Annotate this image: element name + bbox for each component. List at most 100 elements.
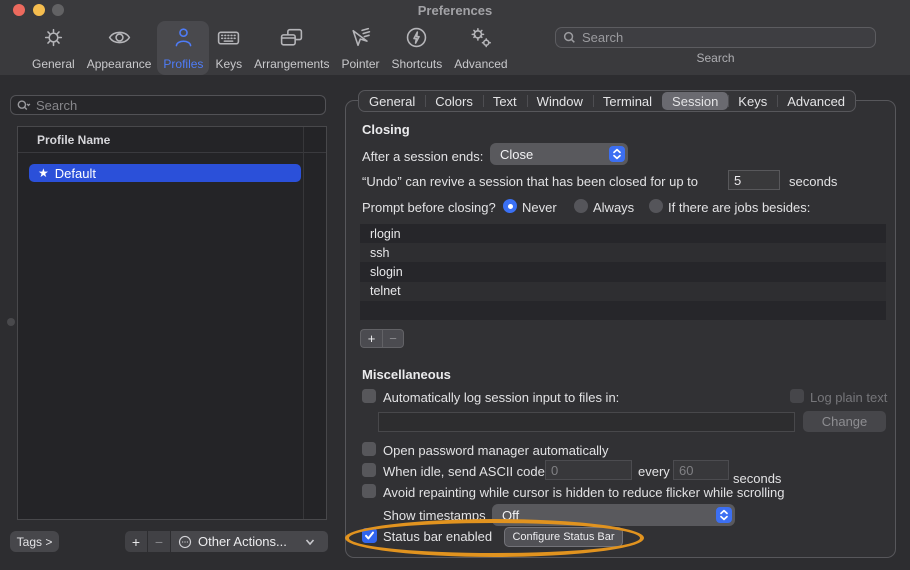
undo-seconds-suffix: seconds bbox=[789, 174, 838, 189]
radio-never-label: Never bbox=[522, 200, 557, 215]
tab-label: Advanced bbox=[787, 93, 846, 109]
radio-never[interactable] bbox=[503, 199, 517, 213]
tab-label: Text bbox=[492, 93, 517, 109]
password-manager-label: Open password manager automatically bbox=[383, 443, 609, 458]
star-icon: ★ bbox=[38, 166, 49, 180]
toolbar-search-input[interactable] bbox=[582, 30, 852, 45]
misc-heading: Miscellaneous bbox=[362, 367, 451, 382]
log-plain-text-checkbox[interactable] bbox=[790, 389, 804, 403]
job-row[interactable]: ssh bbox=[360, 243, 886, 263]
avoid-repaint-checkbox[interactable] bbox=[362, 484, 376, 498]
idle-interval-field[interactable] bbox=[673, 460, 729, 480]
change-directory-button[interactable]: Change bbox=[803, 411, 886, 432]
jobs-list: rlogin ssh slogin telnet bbox=[360, 224, 886, 320]
toolbar-item-label: Keys bbox=[215, 57, 243, 71]
change-button-label: Change bbox=[821, 414, 868, 429]
profile-search-input[interactable] bbox=[36, 97, 306, 113]
toolbar-item-shortcuts[interactable]: Shortcuts bbox=[386, 21, 449, 75]
configure-status-bar-button[interactable]: Configure Status Bar bbox=[504, 527, 623, 547]
toolbar-item-profiles[interactable]: Profiles bbox=[157, 21, 210, 75]
tab-colors[interactable]: Colors bbox=[425, 91, 483, 111]
toolbar-item-advanced[interactable]: Advanced bbox=[448, 21, 513, 75]
tags-button[interactable]: Tags > bbox=[10, 531, 59, 552]
add-profile-button[interactable]: + bbox=[125, 531, 147, 552]
closing-heading: Closing bbox=[362, 122, 410, 137]
plus-icon: + bbox=[131, 533, 141, 550]
toolbar-item-arrangements[interactable]: Arrangements bbox=[248, 21, 335, 75]
show-timestamps-dropdown[interactable]: Off bbox=[492, 504, 735, 526]
job-name: rlogin bbox=[370, 226, 401, 241]
auto-log-checkbox[interactable] bbox=[362, 389, 376, 403]
log-directory-field[interactable] bbox=[378, 412, 795, 432]
status-bar-checkbox[interactable] bbox=[362, 528, 377, 543]
when-idle-checkbox[interactable] bbox=[362, 463, 376, 477]
job-name: ssh bbox=[370, 245, 390, 260]
password-manager-checkbox[interactable] bbox=[362, 442, 376, 456]
minus-icon: − bbox=[154, 533, 164, 550]
after-session-dropdown[interactable]: Close bbox=[490, 143, 628, 165]
idle-ascii-code-field[interactable] bbox=[545, 460, 632, 480]
tab-label: Window bbox=[536, 93, 583, 109]
column-divider[interactable] bbox=[303, 127, 304, 519]
minus-icon: − bbox=[389, 331, 397, 346]
radio-jobs-besides[interactable] bbox=[649, 199, 663, 213]
double-gear-icon bbox=[468, 25, 493, 55]
chevron-down-icon bbox=[305, 538, 315, 545]
toolbar-item-label: Shortcuts bbox=[391, 57, 443, 71]
job-row-empty[interactable] bbox=[360, 300, 886, 320]
profile-add-remove-group: + − Other Actions... bbox=[125, 531, 328, 552]
profile-row-default[interactable]: ★ Default bbox=[29, 164, 301, 182]
job-row[interactable]: rlogin bbox=[360, 224, 886, 244]
tab-session[interactable]: Session bbox=[662, 92, 729, 110]
toolbar-item-label: General bbox=[32, 57, 75, 71]
remove-job-button[interactable]: − bbox=[382, 329, 404, 348]
prompt-before-closing-label: Prompt before closing? bbox=[362, 200, 496, 215]
auto-log-label: Automatically log session input to files… bbox=[383, 390, 620, 405]
profile-search-field[interactable] bbox=[10, 95, 326, 115]
radio-always[interactable] bbox=[574, 199, 588, 213]
toolbar-item-label: Profiles bbox=[163, 57, 204, 71]
other-actions-button[interactable]: Other Actions... bbox=[171, 531, 328, 552]
lightning-icon bbox=[404, 25, 429, 55]
tab-text[interactable]: Text bbox=[482, 91, 527, 111]
pane-resize-dot bbox=[7, 318, 15, 326]
settings-tabbar: General Colors Text Window Terminal Sess… bbox=[358, 90, 857, 112]
profile-list-header[interactable]: Profile Name bbox=[18, 127, 326, 153]
stepper-icon bbox=[716, 507, 732, 523]
add-job-button[interactable]: + bbox=[360, 329, 382, 348]
cursor-icon bbox=[348, 25, 373, 55]
show-timestamps-label: Show timestamps bbox=[383, 508, 486, 523]
eye-icon bbox=[107, 25, 132, 55]
radio-jobs-besides-label: If there are jobs besides: bbox=[668, 200, 811, 215]
toolbar-item-label: Pointer bbox=[341, 57, 380, 71]
tab-advanced[interactable]: Advanced bbox=[777, 91, 855, 111]
log-plain-text-label: Log plain text bbox=[810, 390, 888, 405]
toolbar-item-appearance[interactable]: Appearance bbox=[81, 21, 158, 75]
plus-icon: + bbox=[367, 331, 376, 346]
job-row[interactable]: slogin bbox=[360, 262, 886, 282]
tab-label: General bbox=[369, 93, 416, 109]
toolbar-search-caption: Search bbox=[696, 51, 735, 65]
avoid-repaint-label: Avoid repainting while cursor is hidden … bbox=[383, 485, 785, 500]
tab-label: Keys bbox=[738, 93, 768, 109]
tab-window[interactable]: Window bbox=[526, 91, 593, 111]
tab-terminal[interactable]: Terminal bbox=[592, 91, 662, 111]
job-name: slogin bbox=[370, 264, 403, 279]
job-row[interactable]: telnet bbox=[360, 281, 886, 301]
checkmark-icon bbox=[365, 531, 374, 540]
toolbar-item-label: Advanced bbox=[454, 57, 508, 71]
when-idle-label: When idle, send ASCII code bbox=[383, 464, 545, 479]
remove-profile-button[interactable]: − bbox=[148, 531, 170, 552]
gear-icon bbox=[41, 25, 66, 55]
tab-keys[interactable]: Keys bbox=[728, 91, 777, 111]
after-session-value: Close bbox=[500, 146, 534, 162]
undo-seconds-field[interactable] bbox=[728, 170, 780, 190]
toolbar-item-keys[interactable]: Keys bbox=[209, 21, 248, 75]
tags-button-label: Tags > bbox=[16, 534, 53, 549]
stepper-icon bbox=[609, 146, 625, 162]
toolbar-item-general[interactable]: General bbox=[26, 21, 81, 75]
toolbar-item-pointer[interactable]: Pointer bbox=[336, 21, 386, 75]
configure-button-label: Configure Status Bar bbox=[512, 531, 615, 543]
tab-general[interactable]: General bbox=[359, 91, 425, 111]
toolbar-search-field[interactable] bbox=[555, 27, 876, 48]
